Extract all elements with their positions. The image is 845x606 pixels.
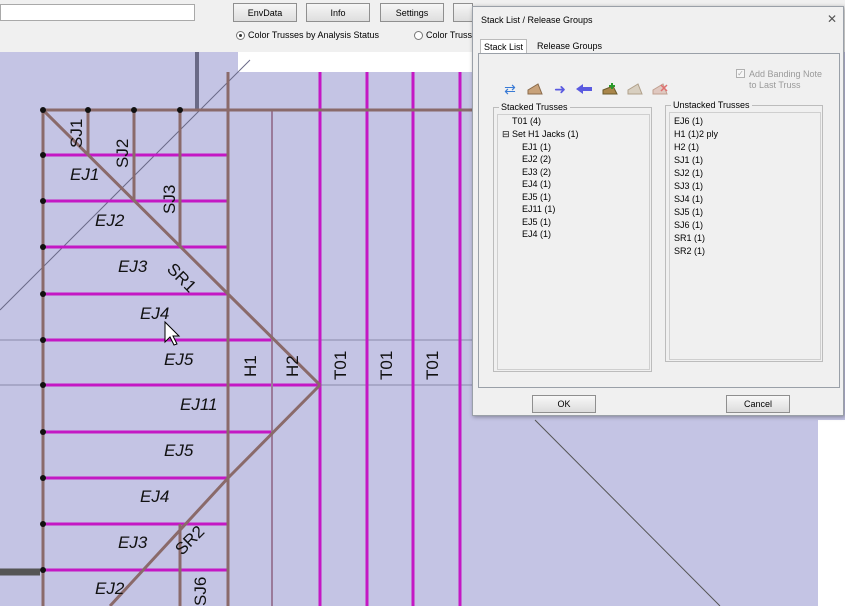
radio-analysis-icon[interactable]	[236, 30, 245, 40]
extra-button[interactable]	[453, 3, 473, 22]
radio-other-color[interactable]: Color Truss	[414, 30, 472, 40]
node[interactable]	[40, 107, 46, 113]
truss-label-t01-1[interactable]: T01	[331, 351, 350, 380]
stacked-item[interactable]: T01 (4)	[512, 116, 541, 126]
truss-label-ej2[interactable]: EJ2	[95, 211, 125, 230]
node[interactable]	[40, 244, 46, 250]
unstacked-trusses-list[interactable]: EJ6 (1) H1 (1)2 ply H2 (1) SJ1 (1) SJ2 (…	[669, 112, 821, 360]
node[interactable]	[85, 107, 91, 113]
truss-label-ej5[interactable]: EJ5	[164, 350, 194, 369]
arrows-icon[interactable]: ⇄	[501, 81, 519, 97]
truss-label-h1[interactable]: H1	[241, 355, 260, 377]
unstacked-item[interactable]: SR1 (1)	[674, 233, 705, 243]
unstacked-item[interactable]: SJ4 (1)	[674, 194, 703, 204]
unstacked-item[interactable]: SJ6 (1)	[674, 220, 703, 230]
stacked-group[interactable]: Set H1 Jacks (1)	[512, 129, 579, 139]
arrow-right-icon[interactable]: ➜	[551, 81, 569, 97]
unstacked-item[interactable]: SJ3 (1)	[674, 181, 703, 191]
unstacked-item[interactable]: H2 (1)	[674, 142, 699, 152]
stack-list-dialog: Stack List / Release Groups ✕ Stack List…	[472, 6, 844, 416]
node[interactable]	[40, 475, 46, 481]
node[interactable]	[40, 382, 46, 388]
truss-disabled-icon[interactable]	[626, 82, 644, 96]
node[interactable]	[177, 107, 183, 113]
truss-label-ej4[interactable]: EJ4	[140, 304, 169, 323]
node[interactable]	[40, 291, 46, 297]
stacked-item[interactable]: EJ4 (1)	[522, 229, 551, 239]
truss-label-ej3[interactable]: EJ3	[118, 257, 148, 276]
truss-icon[interactable]	[526, 82, 544, 96]
stacked-item[interactable]: EJ3 (2)	[522, 167, 551, 177]
banding-note-label: Add Banding Note to Last Truss	[749, 69, 823, 90]
tree-collapse-icon[interactable]: ⊟	[502, 129, 510, 140]
node[interactable]	[131, 107, 137, 113]
dialog-title: Stack List / Release Groups	[481, 15, 593, 25]
unstacked-item[interactable]: EJ6 (1)	[674, 116, 703, 126]
truss-label-t01-3[interactable]: T01	[423, 351, 442, 380]
cancel-button[interactable]: Cancel	[726, 395, 790, 413]
truss-label-ej3-b[interactable]: EJ3	[118, 533, 148, 552]
truss-label-ej11[interactable]: EJ11	[180, 395, 218, 414]
envdata-button[interactable]: EnvData	[233, 3, 297, 22]
stacked-item[interactable]: EJ5 (1)	[522, 192, 551, 202]
stacked-trusses-list[interactable]: T01 (4) ⊟ Set H1 Jacks (1) EJ1 (1) EJ2 (…	[497, 114, 650, 370]
info-button[interactable]: Info	[306, 3, 370, 22]
canvas-right-edge	[818, 420, 845, 606]
truss-label-ej1[interactable]: EJ1	[70, 165, 99, 184]
checkbox-icon[interactable]: ✓	[736, 69, 745, 78]
truss-remove-icon[interactable]	[651, 82, 669, 96]
stacked-item[interactable]: EJ5 (1)	[522, 217, 551, 227]
unstacked-item[interactable]: H1 (1)2 ply	[674, 129, 718, 139]
canvas-blank-area	[238, 52, 472, 72]
close-icon[interactable]: ✕	[827, 12, 837, 26]
stacked-item[interactable]: EJ4 (1)	[522, 179, 551, 189]
node[interactable]	[40, 521, 46, 527]
ok-button[interactable]: OK	[532, 395, 596, 413]
truss-label-sj1[interactable]: SJ1	[67, 119, 86, 148]
stacked-item[interactable]: EJ1 (1)	[522, 142, 551, 152]
stacked-item[interactable]: EJ11 (1)	[522, 204, 555, 214]
node[interactable]	[40, 337, 46, 343]
unstacked-item[interactable]: SJ2 (1)	[674, 168, 703, 178]
unstacked-trusses-title: Unstacked Trusses	[671, 100, 752, 110]
truss-label-ej5-b[interactable]: EJ5	[164, 441, 194, 460]
radio-analysis-status[interactable]: Color Trusses by Analysis Status	[236, 30, 379, 40]
unstacked-item[interactable]: SJ5 (1)	[674, 207, 703, 217]
add-truss-icon[interactable]	[601, 82, 619, 96]
search-input[interactable]	[0, 4, 195, 21]
truss-label-ej2-b[interactable]: EJ2	[95, 579, 125, 598]
stacked-item[interactable]: EJ2 (2)	[522, 154, 551, 164]
node[interactable]	[40, 567, 46, 573]
radio-other-icon[interactable]	[414, 30, 423, 40]
banding-note-checkbox[interactable]: ✓ Add Banding Note to Last Truss	[736, 69, 829, 91]
settings-button[interactable]: Settings	[380, 3, 444, 22]
truss-label-sj3[interactable]: SJ3	[160, 185, 179, 214]
radio-other-label: Color Truss	[426, 30, 473, 40]
radio-analysis-label: Color Trusses by Analysis Status	[248, 30, 380, 40]
arrow-left-icon[interactable]	[575, 82, 593, 96]
truss-label-sj6[interactable]: SJ6	[191, 577, 210, 606]
node[interactable]	[40, 198, 46, 204]
truss-label-h2[interactable]: H2	[283, 355, 302, 377]
truss-label-ej4-b[interactable]: EJ4	[140, 487, 169, 506]
unstacked-item[interactable]: SJ1 (1)	[674, 155, 703, 165]
truss-label-t01-2[interactable]: T01	[377, 351, 396, 380]
truss-label-sj2[interactable]: SJ2	[113, 139, 132, 168]
node[interactable]	[40, 152, 46, 158]
unstacked-item[interactable]: SR2 (1)	[674, 246, 705, 256]
stacked-trusses-title: Stacked Trusses	[499, 102, 570, 112]
tab-release-groups[interactable]: Release Groups	[534, 39, 605, 53]
tab-stack-list[interactable]: Stack List	[480, 39, 528, 54]
node[interactable]	[40, 429, 46, 435]
